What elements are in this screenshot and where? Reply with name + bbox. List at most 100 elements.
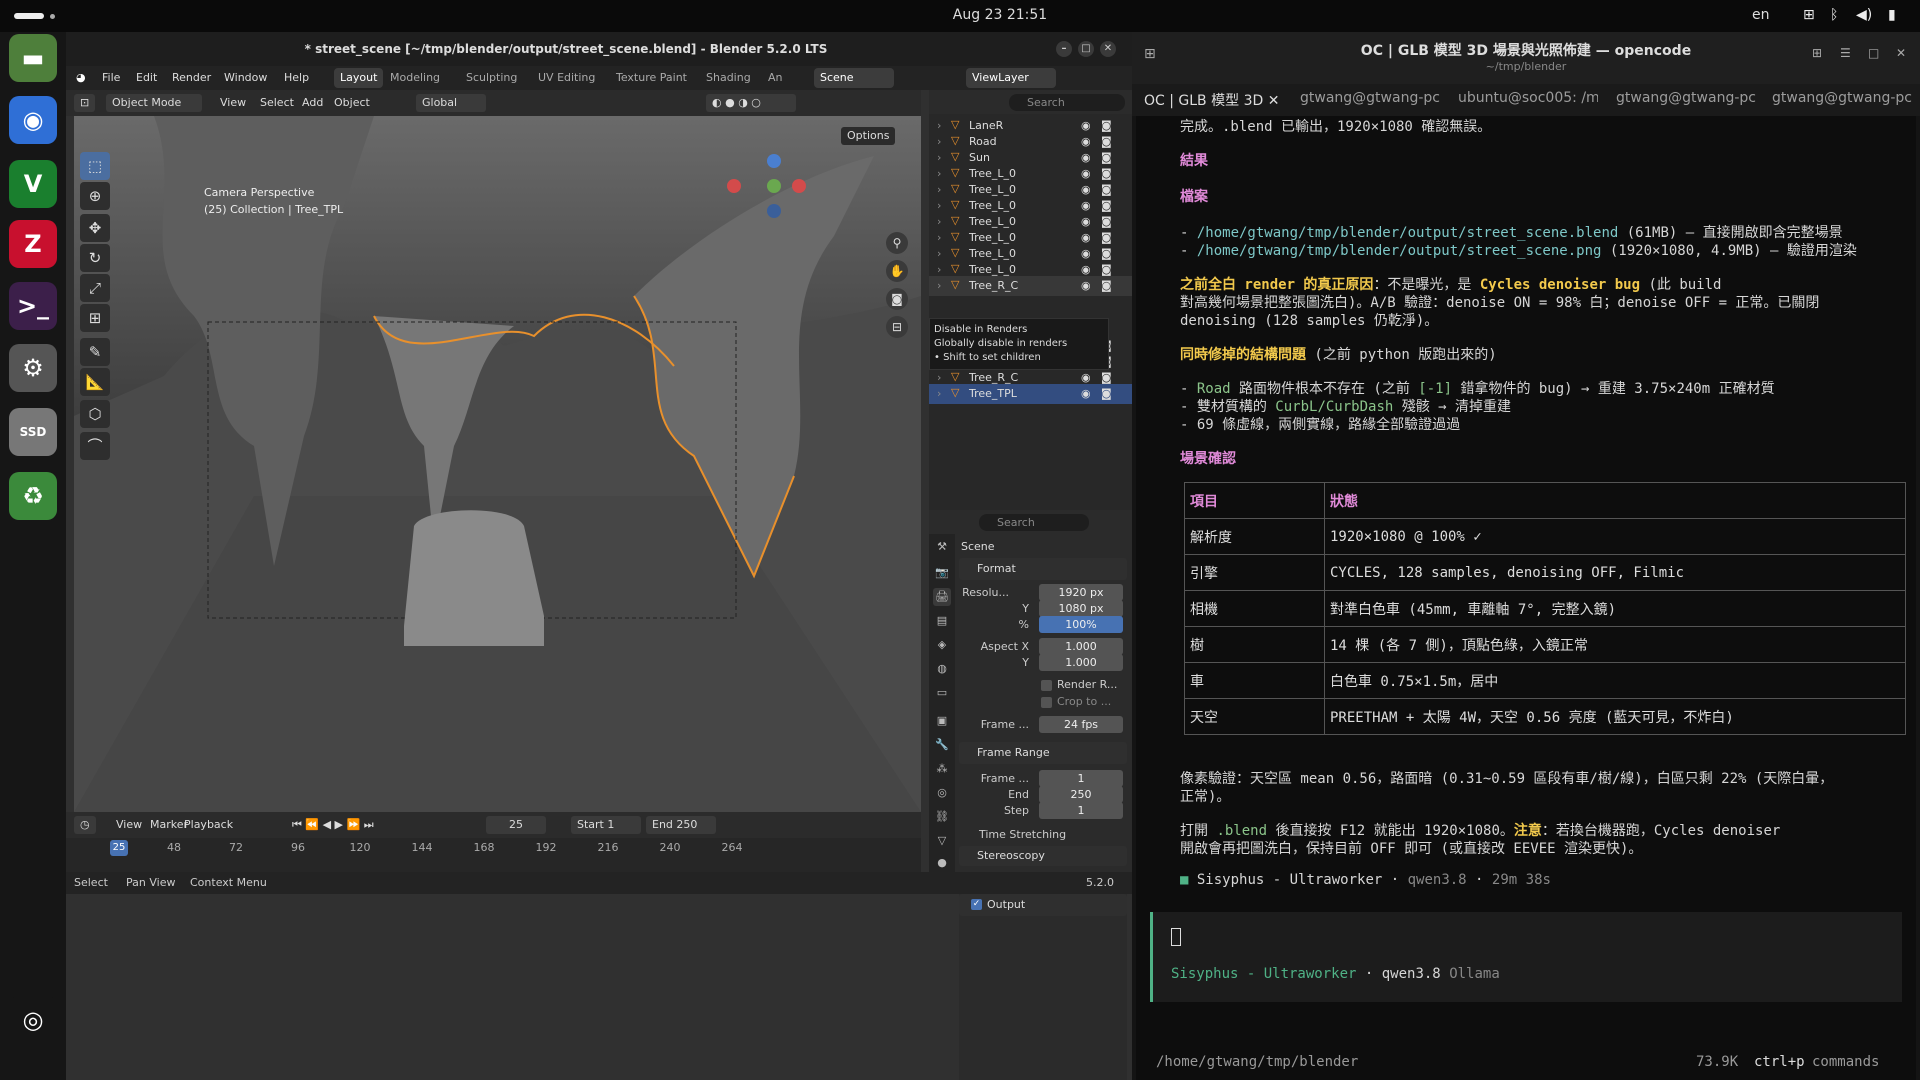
render-icon[interactable]: ◙	[1101, 167, 1112, 180]
terminal-tab[interactable]: gtwang@gtwang-pc	[1616, 90, 1756, 116]
select-box-tool-icon[interactable]: ⬚	[80, 152, 110, 180]
expand-icon[interactable]: ›	[937, 167, 941, 180]
workspace-texture-paint[interactable]: Texture Paint	[610, 68, 693, 88]
orientation-select[interactable]: Global	[416, 94, 486, 112]
settings-icon[interactable]: ⚙	[9, 344, 57, 392]
framerate-select[interactable]: 24 fps	[1039, 716, 1123, 733]
add-menu[interactable]: Add	[296, 94, 329, 112]
aspect-y-field[interactable]: 1.000	[1039, 654, 1123, 671]
object-tab-icon[interactable]: ▣	[933, 712, 951, 730]
ssd-icon[interactable]: SSD	[9, 408, 57, 456]
visibility-icon[interactable]: ◉	[1081, 215, 1091, 228]
timeline-playback-menu[interactable]: Playback	[178, 816, 239, 834]
network-icon[interactable]: ⊞	[1803, 7, 1815, 23]
expand-icon[interactable]: ›	[937, 151, 941, 164]
workspace-layout[interactable]: Layout	[334, 68, 384, 88]
workspace-sculpting[interactable]: Sculpting	[460, 68, 523, 88]
vim-icon[interactable]: V	[9, 160, 57, 208]
outliner-item[interactable]: › ▽ Tree_R_C ◉ ◙	[929, 276, 1132, 296]
workspace-modeling[interactable]: Modeling	[384, 68, 446, 88]
trash-icon[interactable]: ♻	[9, 472, 57, 520]
resolution-percent-field[interactable]: 100%	[1039, 616, 1123, 633]
workspace-uv-editing[interactable]: UV Editing	[532, 68, 601, 88]
zoom-icon[interactable]: ⚲	[886, 232, 908, 254]
lock-icon[interactable]: ⊟	[886, 316, 908, 338]
particles-tab-icon[interactable]: ⁂	[933, 760, 951, 778]
bluetooth-icon[interactable]: ᛒ	[1830, 7, 1838, 23]
view-menu[interactable]: View	[214, 94, 252, 112]
expand-icon[interactable]: ›	[937, 119, 941, 132]
format-panel-header[interactable]: Format	[959, 558, 1127, 580]
camera-view-icon[interactable]: ◙	[886, 288, 908, 310]
measure-tool-icon[interactable]: 📐	[80, 368, 110, 396]
view-layer-tab-icon[interactable]: ▤	[933, 612, 951, 630]
blender-logo-icon[interactable]: ◕	[76, 71, 86, 84]
render-icon[interactable]: ◙	[1101, 387, 1112, 400]
expand-icon[interactable]: ›	[937, 199, 941, 212]
grid-icon[interactable]: ⊞	[1812, 46, 1822, 60]
visibility-icon[interactable]: ◉	[1081, 135, 1091, 148]
filezilla-icon[interactable]: Z	[9, 220, 57, 268]
resolution-x-field[interactable]: 1920 px	[1039, 584, 1123, 601]
workspace-animation[interactable]: An	[762, 68, 789, 88]
current-frame-field[interactable]: 25	[486, 816, 546, 834]
start-frame-field[interactable]: Start 1	[571, 816, 641, 834]
object-menu[interactable]: Object	[328, 94, 376, 112]
render-icon[interactable]: ◙	[1101, 119, 1112, 132]
render-icon[interactable]: ◙	[1101, 247, 1112, 260]
minimize-icon[interactable]: –	[1056, 41, 1072, 57]
menu-icon[interactable]: ☰	[1840, 46, 1851, 60]
aspect-x-field[interactable]: 1.000	[1039, 638, 1123, 655]
add-cube-tool-icon[interactable]: ⬡	[80, 400, 110, 428]
outliner-search[interactable]: Search	[1009, 94, 1125, 111]
timeline-ruler[interactable]: 25 48 72 96 120 144 168 192 216 240 264	[66, 838, 921, 872]
pan-icon[interactable]: ✋	[886, 260, 908, 282]
timeline-editor-icon[interactable]: ◷	[74, 816, 96, 834]
expand-icon[interactable]: ›	[937, 247, 941, 260]
resolution-y-field[interactable]: 1080 px	[1039, 600, 1123, 617]
scene-tab-icon[interactable]: ◈	[933, 636, 951, 654]
visibility-icon[interactable]: ◉	[1081, 387, 1091, 400]
terminal-tab[interactable]: gtwang@gtwang-pc	[1772, 90, 1912, 116]
input-language[interactable]: en	[1752, 7, 1770, 23]
expand-icon[interactable]: ›	[937, 183, 941, 196]
expand-icon[interactable]: ›	[937, 215, 941, 228]
playhead[interactable]: 25	[110, 840, 128, 856]
rotate-tool-icon[interactable]: ↻	[80, 244, 110, 272]
world-tab-icon[interactable]: ◍	[933, 660, 951, 678]
render-icon[interactable]: ◙	[1101, 231, 1112, 244]
render-tab-icon[interactable]: 📷	[933, 564, 951, 582]
expand-icon[interactable]: ›	[937, 279, 941, 292]
frame-end-field[interactable]: 250	[1039, 786, 1123, 803]
constraints-tab-icon[interactable]: ⛓	[933, 808, 951, 826]
maximize-icon[interactable]: □	[1868, 46, 1879, 60]
scene-selector[interactable]: Scene	[814, 68, 894, 88]
mode-select[interactable]: Object Mode	[106, 94, 202, 112]
visibility-icon[interactable]: ◉	[1081, 279, 1091, 292]
expand-icon[interactable]: ›	[937, 135, 941, 148]
viewlayer-selector[interactable]: ViewLayer	[966, 68, 1056, 88]
output-tab-icon[interactable]: 🖨	[933, 588, 951, 606]
transform-tool-icon[interactable]: ⊞	[80, 304, 110, 332]
terminal-tab[interactable]: gtwang@gtwang-pc	[1300, 90, 1440, 116]
cursor-tool-icon[interactable]: ⊕	[80, 182, 110, 210]
scale-tool-icon[interactable]: ⤢	[80, 274, 110, 302]
visibility-icon[interactable]: ◉	[1081, 151, 1091, 164]
visibility-icon[interactable]: ◉	[1081, 199, 1091, 212]
shading-buttons[interactable]: ◐ ● ◑ ○	[706, 94, 796, 112]
crop-checkbox[interactable]	[1041, 697, 1052, 708]
expand-icon[interactable]: ›	[937, 231, 941, 244]
bend-tool-icon[interactable]: ⌒	[80, 432, 110, 460]
menu-file[interactable]: File	[102, 71, 120, 84]
visibility-icon[interactable]: ◉	[1081, 371, 1091, 384]
render-icon[interactable]: ◙	[1101, 183, 1112, 196]
render-icon[interactable]: ◙	[1101, 199, 1112, 212]
frame-start-field[interactable]: 1	[1039, 770, 1123, 787]
physics-tab-icon[interactable]: ◎	[933, 784, 951, 802]
move-tool-icon[interactable]: ✥	[80, 214, 110, 242]
time-stretching-subpanel[interactable]: Time Stretching	[979, 828, 1066, 841]
clock[interactable]: Aug 23 21:51	[900, 7, 1100, 23]
close-icon[interactable]: ✕	[1896, 46, 1906, 60]
render-icon[interactable]: ◙	[1101, 279, 1112, 292]
properties-search[interactable]: Search	[979, 514, 1089, 531]
